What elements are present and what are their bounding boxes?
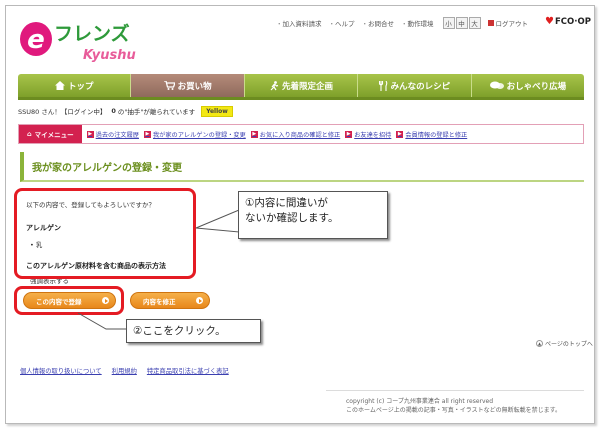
copyright-text: copyright (c) コープ九州事業連合 all right reserv… bbox=[346, 398, 494, 405]
footer-link-privacy[interactable]: 個人情報の取り扱いについて bbox=[20, 366, 102, 375]
annotation-callout-2: ②ここをクリック。 bbox=[126, 319, 261, 343]
arrow-up-icon: ▲ bbox=[536, 340, 543, 347]
footer-copyright: copyright (c) コープ九州事業連合 all right reserv… bbox=[326, 390, 584, 417]
page-top-link[interactable]: ▲ ページのトップへ bbox=[536, 339, 593, 348]
browser-frame: e フレンズ Kyushu 加入資料請求 ヘルプ お問合せ 動作環境 小 中 大… bbox=[5, 5, 595, 424]
footer-links: 個人情報の取り扱いについて 利用規約 特定商品取引法に基づく表記 bbox=[20, 366, 239, 375]
callout1-pointer bbox=[195, 209, 240, 233]
callout2-leader bbox=[77, 312, 126, 330]
footer-link-commerce-law[interactable]: 特定商品取引法に基づく表記 bbox=[147, 366, 229, 375]
footer-link-terms[interactable]: 利用規約 bbox=[112, 366, 137, 375]
copyright-notice: このホームページ上の掲載の記事・写真・イラストなどの無断転載を禁じます。 bbox=[346, 407, 561, 414]
page-top-label: ページのトップへ bbox=[545, 341, 593, 348]
annotation-callout-1: ①内容に間違いが ないか確認します。 bbox=[238, 191, 388, 239]
